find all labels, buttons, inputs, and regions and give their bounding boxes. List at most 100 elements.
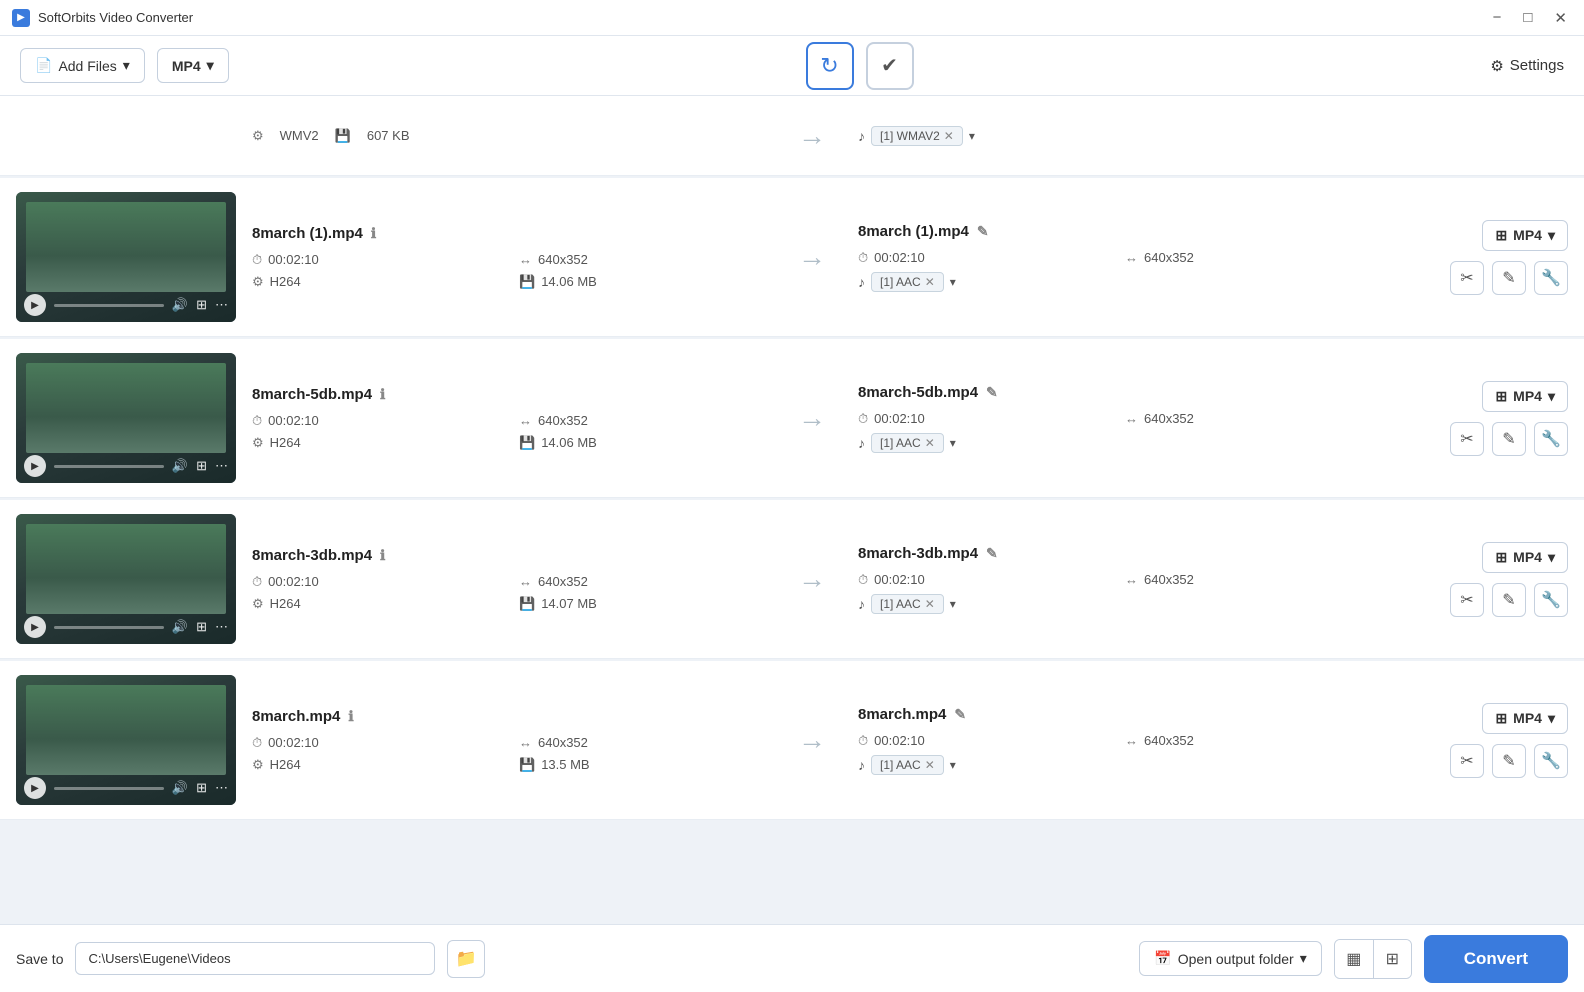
- crop-button-0[interactable]: ✂: [1450, 261, 1484, 295]
- info-icon-0[interactable]: ℹ: [371, 225, 376, 242]
- audio-dropdown-icon-0[interactable]: ▾: [950, 275, 956, 289]
- audio-remove-btn-1[interactable]: ✕: [925, 436, 935, 450]
- audio-badge-1: [1] AAC ✕: [871, 433, 944, 453]
- audio-dropdown-icon-3[interactable]: ▾: [950, 758, 956, 772]
- play-button-0[interactable]: ▶: [24, 294, 46, 316]
- output-name-0: 8march (1).mp4 ✎: [858, 223, 1372, 240]
- edit-icon-2[interactable]: ✎: [986, 545, 998, 562]
- audio-remove-btn-0[interactable]: ✕: [925, 275, 935, 289]
- minimize-button[interactable]: −: [1488, 7, 1507, 28]
- settings-button-3[interactable]: 🔧: [1534, 744, 1568, 778]
- add-files-button[interactable]: 📄 Add Files ▾: [20, 48, 145, 83]
- more-icon-1[interactable]: ⋯: [215, 458, 228, 474]
- format-actions-3: ✂ ✎ 🔧: [1450, 744, 1568, 778]
- crop-button-2[interactable]: ✂: [1450, 583, 1484, 617]
- format-selector-3[interactable]: ⊞ MP4 ▾: [1482, 703, 1568, 734]
- file-name-3: 8march.mp4 ℹ: [252, 708, 766, 725]
- grid-icon-2[interactable]: ⊞: [196, 619, 207, 635]
- info-icon-3[interactable]: ℹ: [348, 708, 353, 725]
- view-toggle: ▦ ⊞: [1334, 939, 1412, 979]
- arrow-right-icon-0: →: [798, 241, 826, 273]
- audio-remove-btn-2[interactable]: ✕: [925, 597, 935, 611]
- convert-button[interactable]: Convert: [1424, 935, 1568, 983]
- file-add-icon: 📄: [35, 57, 52, 74]
- settings-button-1[interactable]: 🔧: [1534, 422, 1568, 456]
- crop-icon-0: ✂: [1460, 268, 1473, 288]
- grid-icon-1[interactable]: ⊞: [196, 458, 207, 474]
- crop-button-1[interactable]: ✂: [1450, 422, 1484, 456]
- volume-icon-1[interactable]: 🔊: [172, 458, 188, 474]
- format-col-0: ⊞ MP4 ▾ ✂ ✎ 🔧: [1388, 220, 1568, 295]
- add-files-chevron-icon: ▾: [123, 57, 130, 74]
- file-list: ⚙ WMV2 💾 607 KB → ♪ [1] WMAV2 ✕ ▾ ▶: [0, 96, 1584, 924]
- storage-icon-1: 💾: [519, 435, 535, 451]
- volume-icon-0[interactable]: 🔊: [172, 297, 188, 313]
- progress-bar-0: [54, 304, 164, 307]
- edit-icon-1[interactable]: ✎: [986, 384, 998, 401]
- format-selector-1[interactable]: ⊞ MP4 ▾: [1482, 381, 1568, 412]
- duration-item-0: ⏱ 00:02:10: [252, 252, 499, 268]
- browse-folder-button[interactable]: 📁: [447, 940, 485, 978]
- check-button[interactable]: ✔: [866, 42, 914, 90]
- resolution-item-3: ↔ 640x352: [519, 735, 766, 751]
- out-duration-item-3: ⏱ 00:02:10: [858, 733, 1105, 749]
- output-name-3: 8march.mp4 ✎: [858, 706, 1372, 723]
- more-icon-0[interactable]: ⋯: [215, 297, 228, 313]
- resolution-icon-2: ↔: [519, 574, 532, 589]
- output-meta-1: ⏱ 00:02:10 ↔ 640x352 ♪ [1] AAC ✕ ▾: [858, 411, 1372, 453]
- edit-button-1[interactable]: ✎: [1492, 422, 1526, 456]
- settings-button-0[interactable]: 🔧: [1534, 261, 1568, 295]
- settings-button-2[interactable]: 🔧: [1534, 583, 1568, 617]
- thumb-controls-0: ▶ 🔊 ⊞ ⋯: [16, 294, 236, 316]
- edit-button-0[interactable]: ✎: [1492, 261, 1526, 295]
- settings-button[interactable]: ⚙ Settings: [1490, 57, 1564, 75]
- audio-dropdown-icon-1[interactable]: ▾: [950, 436, 956, 450]
- grid-view-button[interactable]: ⊞: [1373, 940, 1411, 978]
- maximize-button[interactable]: □: [1518, 7, 1537, 28]
- close-button[interactable]: ✕: [1549, 7, 1572, 29]
- format-selector-button[interactable]: MP4 ▾: [157, 48, 229, 83]
- audio-dropdown-icon-2[interactable]: ▾: [950, 597, 956, 611]
- grid-icon-3[interactable]: ⊞: [196, 780, 207, 796]
- size-item-3: 💾 13.5 MB: [519, 757, 766, 773]
- more-icon-3[interactable]: ⋯: [215, 780, 228, 796]
- file-meta-3: ⏱ 00:02:10 ↔ 640x352 ⚙ H264 💾 13.5 MB: [252, 735, 766, 773]
- open-output-folder-button[interactable]: 📅 Open output folder ▾: [1139, 941, 1321, 976]
- codec-icon-3: ⚙: [252, 757, 264, 773]
- volume-icon-3[interactable]: 🔊: [172, 780, 188, 796]
- play-button-2[interactable]: ▶: [24, 616, 46, 638]
- file-info-1: 8march-5db.mp4 ℹ ⏱ 00:02:10 ↔ 640x352 ⚙ …: [236, 386, 782, 451]
- partial-codec: WMV2: [280, 128, 319, 143]
- more-icon-2[interactable]: ⋯: [215, 619, 228, 635]
- format-selector-0[interactable]: ⊞ MP4 ▾: [1482, 220, 1568, 251]
- partial-audio-dropdown-icon[interactable]: ▾: [969, 129, 975, 143]
- play-button-3[interactable]: ▶: [24, 777, 46, 799]
- list-view-button[interactable]: ▦: [1335, 940, 1373, 978]
- save-path-input[interactable]: [75, 942, 435, 975]
- grid-icon-0[interactable]: ⊞: [196, 297, 207, 313]
- edit-button-2[interactable]: ✎: [1492, 583, 1526, 617]
- audio-track-2: ♪ [1] AAC ✕ ▾: [858, 594, 1372, 614]
- window-controls: − □ ✕: [1488, 7, 1572, 29]
- out-resolution-item-2: ↔ 640x352: [1125, 572, 1372, 588]
- list-view-icon: ▦: [1346, 949, 1361, 969]
- volume-icon-2[interactable]: 🔊: [172, 619, 188, 635]
- format-grid-icon-2: ⊞: [1495, 549, 1507, 566]
- partial-audio-remove[interactable]: ✕: [944, 129, 954, 143]
- out-duration-item-0: ⏱ 00:02:10: [858, 250, 1105, 266]
- audio-remove-btn-3[interactable]: ✕: [925, 758, 935, 772]
- refresh-button[interactable]: ↻: [806, 42, 854, 90]
- format-selector-2[interactable]: ⊞ MP4 ▾: [1482, 542, 1568, 573]
- storage-icon-0: 💾: [519, 274, 535, 290]
- edit-button-3[interactable]: ✎: [1492, 744, 1526, 778]
- info-icon-1[interactable]: ℹ: [380, 386, 385, 403]
- crop-button-3[interactable]: ✂: [1450, 744, 1484, 778]
- play-button-1[interactable]: ▶: [24, 455, 46, 477]
- edit-icon-3[interactable]: ✎: [954, 706, 966, 723]
- output-meta-3: ⏱ 00:02:10 ↔ 640x352 ♪ [1] AAC ✕ ▾: [858, 733, 1372, 775]
- arrow-col-0: →: [782, 241, 842, 273]
- info-icon-2[interactable]: ℹ: [380, 547, 385, 564]
- out-clock-icon-2: ⏱: [858, 572, 868, 588]
- codec-icon-1: ⚙: [252, 435, 264, 451]
- edit-icon-0[interactable]: ✎: [977, 223, 989, 240]
